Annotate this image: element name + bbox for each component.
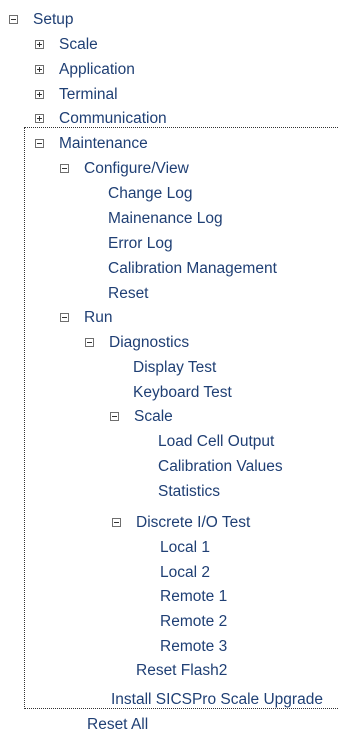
tree-label-calibration-management[interactable]: Calibration Management xyxy=(108,260,277,278)
tree-label-install-upgrade[interactable]: Install SICSPro Scale Upgrade xyxy=(111,691,323,709)
tree-label-application[interactable]: Application xyxy=(59,61,135,79)
tree-label-maintenance[interactable]: Maintenance xyxy=(59,135,148,153)
tree-label-reset-all[interactable]: Reset All xyxy=(87,716,148,734)
tree-leaf-statistics[interactable]: Statistics xyxy=(158,483,220,501)
tree-label-display-test[interactable]: Display Test xyxy=(133,359,216,377)
tree-leaf-reset-flash2[interactable]: Reset Flash2 xyxy=(136,662,227,680)
tree-leaf-display-test[interactable]: Display Test xyxy=(133,359,216,377)
expand-icon[interactable] xyxy=(35,90,44,99)
tree-leaf-keyboard-test[interactable]: Keyboard Test xyxy=(133,384,232,402)
tree-node-terminal[interactable]: Terminal xyxy=(35,86,118,104)
tree-node-run[interactable]: Run xyxy=(60,309,112,327)
tree-node-maintenance[interactable]: Maintenance xyxy=(35,135,148,153)
collapse-icon[interactable] xyxy=(9,15,18,24)
tree-node-application[interactable]: Application xyxy=(35,61,135,79)
tree-leaf-calibration-values[interactable]: Calibration Values xyxy=(158,458,283,476)
tree-label-remote-2[interactable]: Remote 2 xyxy=(160,613,227,631)
tree-label-keyboard-test[interactable]: Keyboard Test xyxy=(133,384,232,402)
tree-leaf-load-cell-output[interactable]: Load Cell Output xyxy=(158,433,274,451)
tree-label-discrete-io-test[interactable]: Discrete I/O Test xyxy=(136,514,250,532)
tree-label-local-2[interactable]: Local 2 xyxy=(160,564,210,582)
collapse-icon[interactable] xyxy=(60,164,69,173)
tree-node-diagnostics[interactable]: Diagnostics xyxy=(85,334,189,352)
tree-leaf-local-1[interactable]: Local 1 xyxy=(160,539,210,557)
tree-label-calibration-values[interactable]: Calibration Values xyxy=(158,458,283,476)
tree-label-configure-view[interactable]: Configure/View xyxy=(84,160,189,178)
collapse-icon[interactable] xyxy=(110,412,119,421)
tree-label-diagnostics[interactable]: Diagnostics xyxy=(109,334,189,352)
tree-node-discrete-io-test[interactable]: Discrete I/O Test xyxy=(112,514,250,532)
tree-leaf-reset[interactable]: Reset xyxy=(108,285,149,303)
tree-leaf-install-upgrade[interactable]: Install SICSPro Scale Upgrade xyxy=(111,691,323,709)
collapse-icon[interactable] xyxy=(60,313,69,322)
menu-tree: Setup Scale Application Terminal Communi… xyxy=(0,0,339,734)
tree-label-run[interactable]: Run xyxy=(84,309,112,327)
collapse-icon[interactable] xyxy=(35,139,44,148)
tree-node-diag-scale[interactable]: Scale xyxy=(110,408,173,426)
tree-label-statistics[interactable]: Statistics xyxy=(158,483,220,501)
tree-node-scale[interactable]: Scale xyxy=(35,36,98,54)
tree-leaf-reset-all[interactable]: Reset All xyxy=(87,716,148,734)
tree-label-communication[interactable]: Communication xyxy=(59,110,167,128)
tree-label-load-cell-output[interactable]: Load Cell Output xyxy=(158,433,274,451)
tree-label-error-log[interactable]: Error Log xyxy=(108,235,173,253)
tree-leaf-remote-1[interactable]: Remote 1 xyxy=(160,588,227,606)
tree-leaf-calibration-management[interactable]: Calibration Management xyxy=(108,260,277,278)
expand-icon[interactable] xyxy=(35,40,44,49)
tree-label-remote-1[interactable]: Remote 1 xyxy=(160,588,227,606)
tree-leaf-maintenance-log[interactable]: Mainenance Log xyxy=(108,210,223,228)
tree-leaf-error-log[interactable]: Error Log xyxy=(108,235,173,253)
tree-label-diag-scale[interactable]: Scale xyxy=(134,408,173,426)
expand-icon[interactable] xyxy=(35,114,44,123)
tree-leaf-local-2[interactable]: Local 2 xyxy=(160,564,210,582)
tree-leaf-change-log[interactable]: Change Log xyxy=(108,185,192,203)
tree-leaf-remote-3[interactable]: Remote 3 xyxy=(160,638,227,656)
tree-node-configure-view[interactable]: Configure/View xyxy=(60,160,189,178)
tree-label-change-log[interactable]: Change Log xyxy=(108,185,192,203)
collapse-icon[interactable] xyxy=(85,338,94,347)
tree-label-reset-flash2[interactable]: Reset Flash2 xyxy=(136,662,227,680)
tree-node-communication[interactable]: Communication xyxy=(35,110,167,128)
tree-leaf-remote-2[interactable]: Remote 2 xyxy=(160,613,227,631)
collapse-icon[interactable] xyxy=(112,518,121,527)
tree-label-maintenance-log[interactable]: Mainenance Log xyxy=(108,210,223,228)
tree-label-local-1[interactable]: Local 1 xyxy=(160,539,210,557)
tree-label-reset[interactable]: Reset xyxy=(108,285,149,303)
tree-label-terminal[interactable]: Terminal xyxy=(59,86,118,104)
tree-label-scale[interactable]: Scale xyxy=(59,36,98,54)
tree-node-setup[interactable]: Setup xyxy=(9,11,74,29)
tree-label-setup[interactable]: Setup xyxy=(33,11,74,29)
tree-label-remote-3[interactable]: Remote 3 xyxy=(160,638,227,656)
expand-icon[interactable] xyxy=(35,65,44,74)
